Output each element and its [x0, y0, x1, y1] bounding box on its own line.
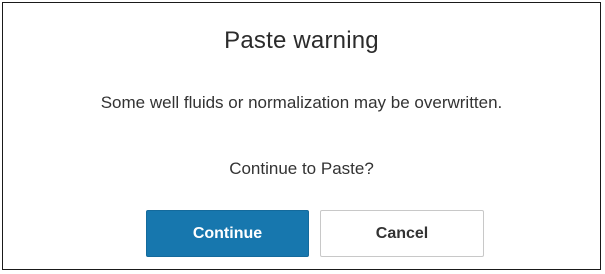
dialog-question: Continue to Paste?	[229, 159, 374, 178]
paste-warning-dialog: Paste warning Some well fluids or normal…	[2, 2, 601, 270]
dialog-message: Some well fluids or normalization may be…	[100, 93, 503, 112]
cancel-button[interactable]: Cancel	[320, 210, 484, 257]
continue-button[interactable]: Continue	[146, 210, 309, 257]
dialog-title: Paste warning	[224, 27, 379, 54]
